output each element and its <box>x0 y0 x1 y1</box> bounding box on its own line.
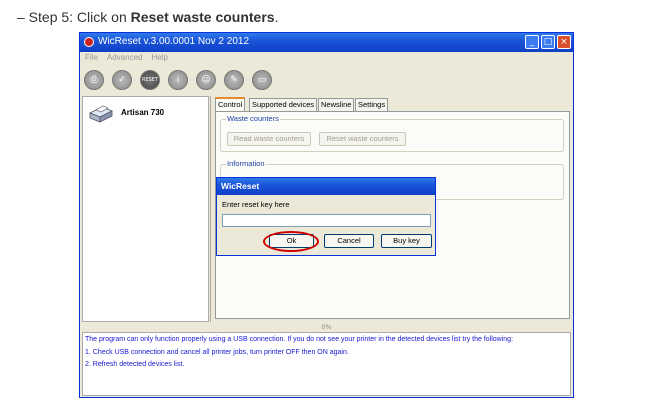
log-line: The program can only function properly u… <box>85 336 514 343</box>
log-line: 2. Refresh detected devices list. <box>85 361 185 368</box>
log-panel: The program can only function properly u… <box>82 332 571 396</box>
check-tool-icon[interactable]: ✓ <box>112 70 132 90</box>
caption-bold: Reset waste counters <box>130 9 275 25</box>
log-line: 1. Check USB connection and cancel all p… <box>85 349 349 356</box>
buy-key-button[interactable]: Buy key <box>381 234 432 248</box>
waste-counters-legend: Waste counters <box>226 114 280 123</box>
information-legend: Information <box>226 159 266 168</box>
reset-key-input[interactable] <box>222 214 431 227</box>
maximize-button[interactable]: □ <box>541 35 555 49</box>
printer-icon <box>89 105 113 123</box>
menu-advanced[interactable]: Advanced <box>107 53 143 62</box>
minimize-button[interactable]: _ <box>525 35 539 49</box>
reset-key-dialog: WicReset Enter reset key here Ok Cancel … <box>216 177 436 256</box>
progress-label: 0% <box>321 323 332 331</box>
reset-tool-icon[interactable]: RESET <box>140 70 160 90</box>
device-list[interactable]: Artisan 730 <box>82 96 209 322</box>
document-tool-icon[interactable]: ▭ <box>252 70 272 90</box>
tab-control[interactable]: Control <box>215 97 246 112</box>
printer-name[interactable]: Artisan 730 <box>121 108 164 117</box>
step-caption: – Step 5: Click on Reset waste counters. <box>17 9 278 25</box>
dialog-prompt: Enter reset key here <box>222 200 290 209</box>
tab-newsline[interactable]: Newsline <box>318 98 355 111</box>
printer-tool-icon[interactable]: ⎙ <box>84 70 104 90</box>
read-waste-counters-button[interactable]: Read waste counters <box>227 132 311 146</box>
window-title: WicReset v.3.00.0001 Nov 2 2012 <box>98 36 250 47</box>
caption-suffix: . <box>274 9 279 25</box>
cancel-button[interactable]: Cancel <box>324 234 374 248</box>
tab-settings[interactable]: Settings <box>355 98 389 111</box>
close-button[interactable]: × <box>557 35 571 49</box>
menu-bar: File Advanced Help <box>82 53 174 67</box>
wrench-tool-icon[interactable]: ✎ <box>224 70 244 90</box>
dialog-title: WicReset <box>217 178 435 195</box>
menu-help[interactable]: Help <box>151 53 167 62</box>
reset-waste-counters-button[interactable]: Reset waste counters <box>319 132 406 146</box>
highlight-oval <box>263 231 319 252</box>
waste-counters-group: Waste counters Read waste counters Reset… <box>220 114 564 152</box>
info-tool-icon[interactable]: i <box>168 70 188 90</box>
app-icon <box>84 37 94 47</box>
tab-supported-devices[interactable]: Supported devices <box>249 98 318 111</box>
menu-file[interactable]: File <box>85 53 98 62</box>
caption-prefix: – Step 5: Click on <box>17 9 131 25</box>
people-tool-icon[interactable]: ☺ <box>196 70 216 90</box>
window-titlebar[interactable]: WicReset v.3.00.0001 Nov 2 2012 _ □ × <box>80 33 573 52</box>
